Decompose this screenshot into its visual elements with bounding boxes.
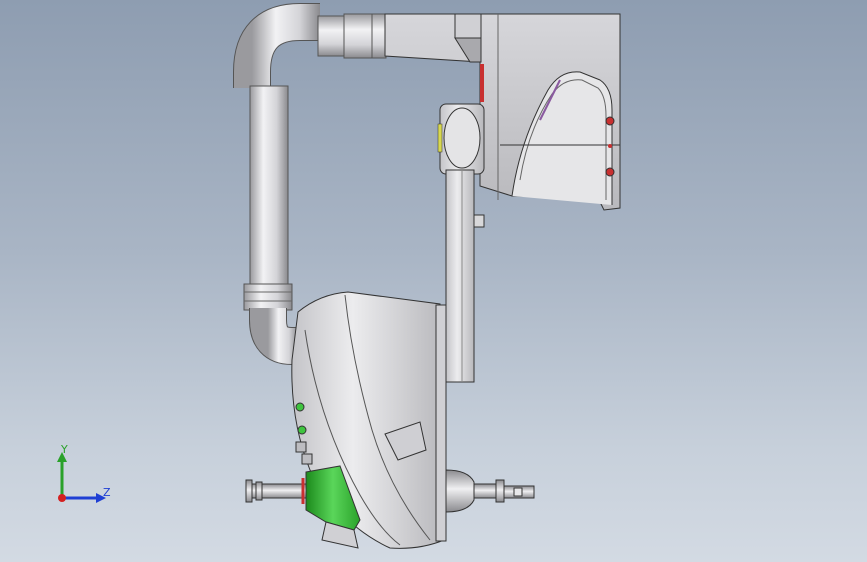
coordinate-triad: Y Z [40, 440, 130, 520]
upper-base-housing [384, 13, 621, 211]
triad-axes-icon [57, 452, 106, 503]
triad-z-label: Z [103, 486, 111, 499]
robot-arm-model[interactable] [0, 0, 867, 562]
triad-y-label: Y [61, 443, 68, 456]
graphics-viewport[interactable]: Y Z [0, 0, 867, 562]
